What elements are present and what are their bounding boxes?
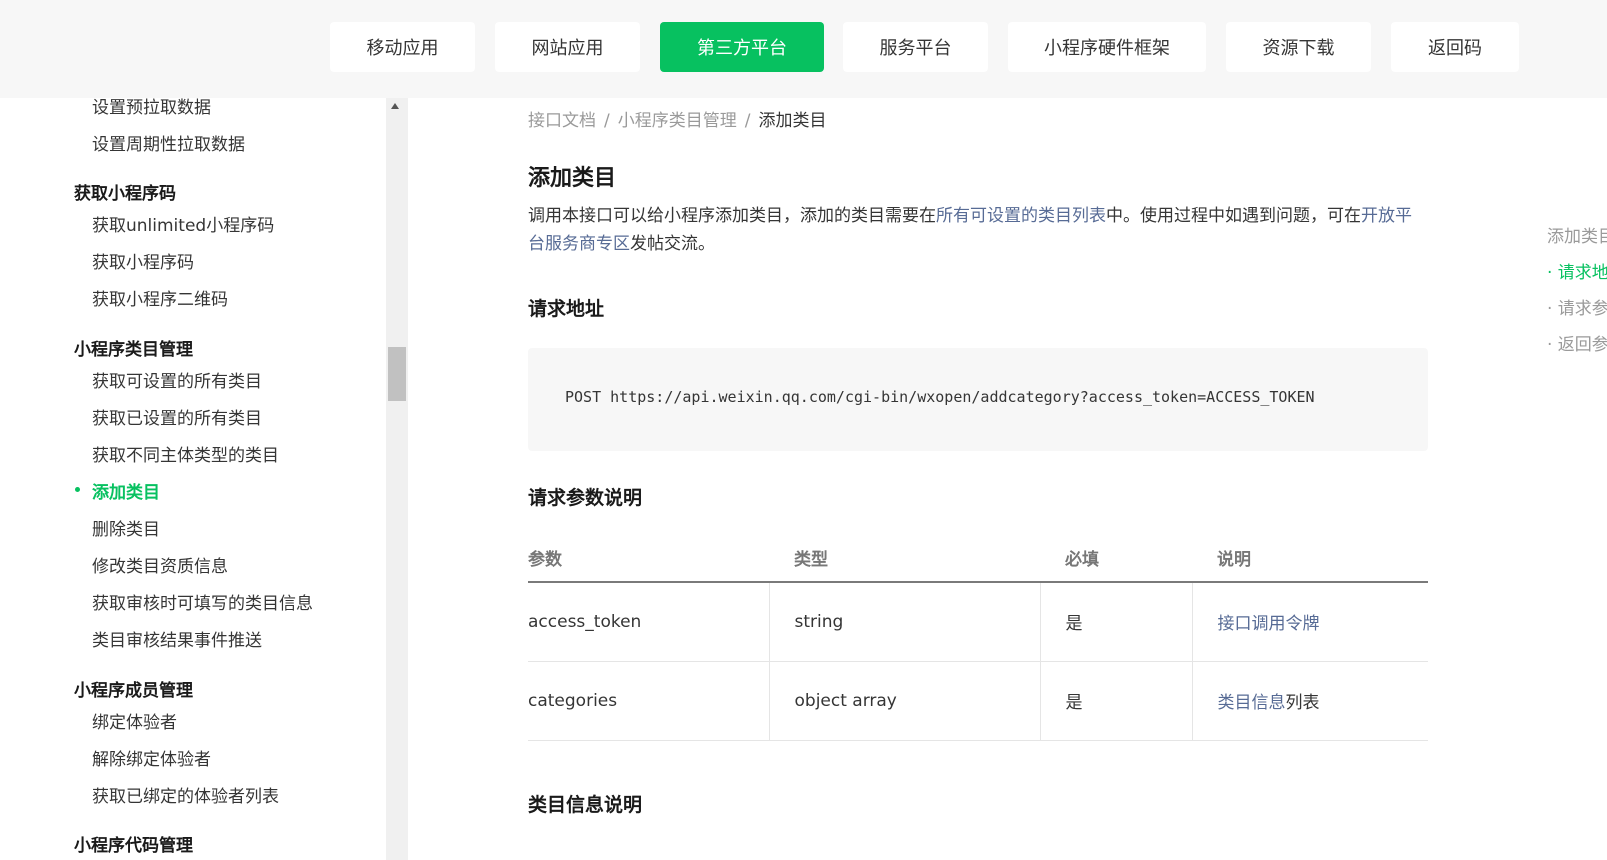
sidebar-group-category[interactable]: 小程序类目管理 — [74, 335, 193, 360]
table-cell-required: 是 — [1039, 582, 1192, 662]
breadcrumb-item-current: 添加类目 — [758, 111, 827, 131]
intro-text: 调用本接口可以给小程序添加类目，添加的类目需要在 — [528, 206, 936, 226]
table-header-required: 必填 — [1040, 534, 1192, 583]
table-cell-param: categories — [528, 661, 769, 741]
sidebar-item[interactable]: 获取已绑定的体验者列表 — [92, 782, 279, 807]
sidebar: 设置预拉取数据 设置周期性拉取数据 获取小程序码 获取unlimited小程序码… — [0, 98, 408, 860]
tab-mobile-app[interactable]: 移动应用 — [330, 22, 475, 72]
sidebar-item[interactable]: 获取不同主体类型的类目 — [92, 441, 279, 466]
breadcrumb: 接口文档 / 小程序类目管理 / 添加类目 — [528, 106, 826, 131]
tab-website-app[interactable]: 网站应用 — [495, 22, 640, 72]
table-header-desc: 说明 — [1192, 534, 1428, 583]
tab-service-platform[interactable]: 服务平台 — [843, 22, 988, 72]
intro-text: 中。使用过程中如遇到问题，可在 — [1106, 206, 1361, 226]
desc-text: 列表 — [1285, 693, 1320, 713]
sidebar-item[interactable]: 获取unlimited小程序码 — [92, 211, 274, 236]
category-info-link[interactable]: 类目信息 — [1218, 693, 1286, 713]
sidebar-item-add-category[interactable]: 添加类目 — [92, 478, 160, 503]
request-url-text: POST https://api.weixin.qq.com/cgi-bin/w… — [565, 388, 1315, 406]
table-of-contents: 添加类目 · 请求地址 · 请求参数说明 · 返回参数说明 — [1547, 222, 1607, 362]
table-row: access_token string 是 接口调用令牌 — [528, 582, 1428, 662]
sidebar-item[interactable]: 设置预拉取数据 — [92, 98, 211, 118]
breadcrumb-separator: / — [604, 111, 610, 131]
breadcrumb-item-category-management[interactable]: 小程序类目管理 — [618, 111, 737, 131]
sidebar-scrollbar[interactable] — [386, 98, 408, 860]
sidebar-group-members[interactable]: 小程序成员管理 — [74, 676, 193, 701]
section-heading-request-url: 请求地址 — [528, 298, 605, 320]
request-url-codeblock: POST https://api.weixin.qq.com/cgi-bin/w… — [528, 348, 1428, 451]
sidebar-item[interactable]: 获取小程序二维码 — [92, 285, 228, 310]
sidebar-group-qrcode[interactable]: 获取小程序码 — [74, 179, 176, 204]
toc-item-return-params[interactable]: · 返回参数说明 — [1547, 330, 1607, 355]
intro-text: 发帖交流。 — [630, 234, 715, 254]
sidebar-item[interactable]: 解除绑定体验者 — [92, 745, 211, 770]
sidebar-item[interactable]: 设置周期性拉取数据 — [92, 130, 245, 155]
active-indicator-dot — [75, 487, 80, 492]
page-title: 添加类目 — [528, 166, 617, 191]
table-row: categories object array 是 类目信息列表 — [528, 661, 1428, 741]
table-header-row: 参数 类型 必填 说明 — [528, 534, 1428, 583]
sidebar-item[interactable]: 绑定体验者 — [92, 708, 177, 733]
table-cell-param: access_token — [528, 582, 769, 662]
toc-item-add-category[interactable]: 添加类目 — [1547, 222, 1607, 247]
tab-third-party-platform[interactable]: 第三方平台 — [660, 22, 824, 72]
sidebar-item[interactable]: 获取已设置的所有类目 — [92, 404, 262, 429]
toc-item-request-params[interactable]: · 请求参数说明 — [1547, 294, 1607, 319]
section-heading-params: 请求参数说明 — [528, 487, 643, 509]
table-cell-type: object array — [768, 661, 1040, 741]
table-cell-required: 是 — [1039, 661, 1192, 741]
intro-paragraph: 调用本接口可以给小程序添加类目，添加的类目需要在所有可设置的类目列表中。使用过程… — [528, 202, 1428, 258]
table-header-param: 参数 — [528, 534, 769, 583]
table-header-type: 类型 — [769, 534, 1040, 583]
table-cell-desc: 类目信息列表 — [1191, 661, 1428, 741]
table-cell-type: string — [768, 582, 1040, 662]
sidebar-item[interactable]: 修改类目资质信息 — [92, 552, 228, 577]
sidebar-group-code[interactable]: 小程序代码管理 — [74, 831, 193, 856]
sidebar-item[interactable]: 获取小程序码 — [92, 248, 194, 273]
table-cell-desc: 接口调用令牌 — [1191, 582, 1428, 662]
main-content: 接口文档 / 小程序类目管理 / 添加类目 添加类目 调用本接口可以给小程序添加类目，添… — [408, 98, 1607, 860]
tab-miniprogram-hardware[interactable]: 小程序硬件框架 — [1008, 22, 1206, 72]
top-navigation: 移动应用 网站应用 第三方平台 服务平台 小程序硬件框架 资源下载 返回码 — [0, 0, 1607, 98]
scrollbar-thumb[interactable] — [388, 347, 406, 401]
breadcrumb-item-api-docs[interactable]: 接口文档 — [528, 111, 596, 131]
sidebar-item[interactable]: 删除类目 — [92, 515, 160, 540]
section-heading-category-info: 类目信息说明 — [528, 794, 643, 816]
sidebar-item[interactable]: 获取审核时可填写的类目信息 — [92, 589, 313, 614]
tab-return-codes[interactable]: 返回码 — [1391, 22, 1519, 72]
sidebar-item[interactable]: 获取可设置的所有类目 — [92, 367, 262, 392]
access-token-desc-link[interactable]: 接口调用令牌 — [1218, 614, 1320, 634]
scroll-up-arrow-icon[interactable] — [391, 103, 399, 109]
sidebar-item[interactable]: 类目审核结果事件推送 — [92, 626, 262, 651]
params-table: 参数 类型 必填 说明 access_token string 是 接口调用令牌… — [528, 534, 1428, 741]
category-list-link[interactable]: 所有可设置的类目列表 — [936, 206, 1106, 226]
toc-item-request-url[interactable]: · 请求地址 — [1547, 258, 1607, 283]
breadcrumb-separator: / — [744, 111, 751, 131]
tab-resource-download[interactable]: 资源下载 — [1226, 22, 1371, 72]
